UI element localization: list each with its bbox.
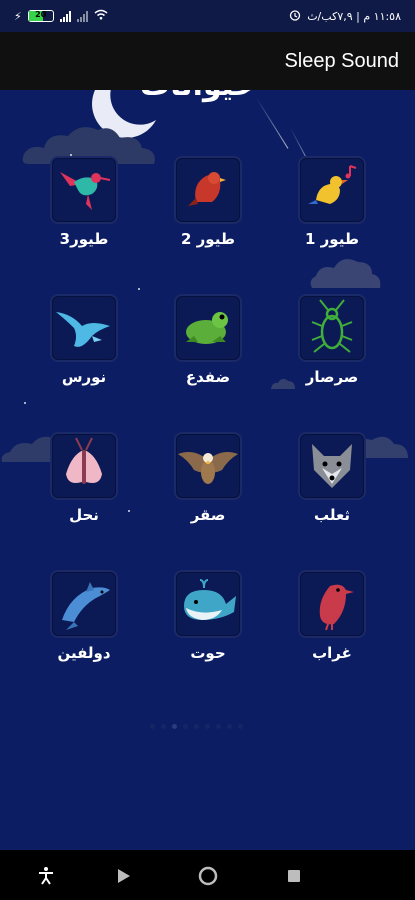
frog-icon <box>186 312 228 344</box>
app-title: Sleep Sound <box>284 50 399 72</box>
play-icon <box>118 869 130 883</box>
eagle-icon <box>178 452 238 484</box>
lightning-icon: ⚡ <box>14 9 22 23</box>
animal-tile-birds-2[interactable] <box>174 156 242 224</box>
tile-label: غراب <box>312 644 352 662</box>
red-bird-icon <box>188 172 226 206</box>
animal-tile-frog[interactable] <box>174 294 242 362</box>
battery-percent: 20 <box>35 10 47 19</box>
cloud-icon <box>310 259 381 288</box>
wifi-icon <box>94 9 108 23</box>
alarm-icon <box>289 9 301 24</box>
moth-icon <box>66 437 102 484</box>
home-circle-icon <box>198 866 218 886</box>
system-nav-bar <box>0 850 415 900</box>
main-content[interactable]: حيوانات <box>0 90 415 850</box>
animal-tile-birds-1[interactable] <box>298 156 366 224</box>
tile-label: ثعلب <box>313 506 351 524</box>
tile-label: نحل <box>69 506 99 524</box>
accessibility-icon <box>39 867 53 885</box>
cricket-icon <box>311 299 353 353</box>
animal-tile-falcon[interactable] <box>174 432 242 500</box>
play-button[interactable] <box>112 864 136 888</box>
animal-tile-birds-3[interactable] <box>50 156 118 224</box>
tile-label: صرصار <box>305 368 359 386</box>
star <box>24 402 26 404</box>
animal-tile-whale[interactable] <box>174 570 242 638</box>
whale-icon <box>184 579 236 620</box>
status-icons-right: ١١:٥٨ م | ٧,٩كب/ث <box>289 9 401 24</box>
page-indicator <box>150 724 243 729</box>
status-icons-left: ⚡ 20 <box>14 9 108 23</box>
meteor-streak <box>255 97 289 149</box>
home-button[interactable] <box>196 864 220 888</box>
tile-label: حوت <box>190 644 226 662</box>
tile-label: دولفين <box>57 644 111 662</box>
star <box>138 288 140 290</box>
singing-bird-icon <box>308 165 357 204</box>
tile-label: طيور 1 <box>305 230 359 248</box>
tile-label: نورس <box>61 368 107 386</box>
crow-icon <box>319 584 354 631</box>
accessibility-button[interactable] <box>34 864 58 888</box>
tile-label: طيور3 <box>59 230 109 248</box>
signal-icon <box>59 10 71 22</box>
tile-label: صقر <box>190 506 226 524</box>
tile-label: طيور 2 <box>181 230 235 248</box>
recents-square-icon <box>288 870 300 882</box>
status-time-text: ١١:٥٨ م | ٧,٩كب/ث <box>307 9 401 23</box>
signal-2-icon <box>76 10 88 22</box>
hummingbird-icon <box>60 172 111 210</box>
seagull-icon <box>56 312 110 347</box>
animal-tile-cricket[interactable] <box>298 294 366 362</box>
page-heading: حيوانات <box>140 90 256 103</box>
battery-icon: 20 <box>27 10 54 22</box>
animal-tile-fox[interactable] <box>298 432 366 500</box>
app-bar: Sleep Sound <box>0 32 415 90</box>
tile-label: ضفدع <box>185 368 231 386</box>
animal-tile-seagull[interactable] <box>50 294 118 362</box>
status-bar: ⚡ 20 ١١:٥٨ م | ٧,٩كب/ث <box>0 0 415 32</box>
dolphin-icon <box>62 582 110 630</box>
recents-button[interactable] <box>282 864 306 888</box>
animal-tile-dolphin[interactable] <box>50 570 118 638</box>
animal-tile-bee[interactable] <box>50 432 118 500</box>
wolf-icon <box>312 444 352 488</box>
animal-tile-crow[interactable] <box>298 570 366 638</box>
